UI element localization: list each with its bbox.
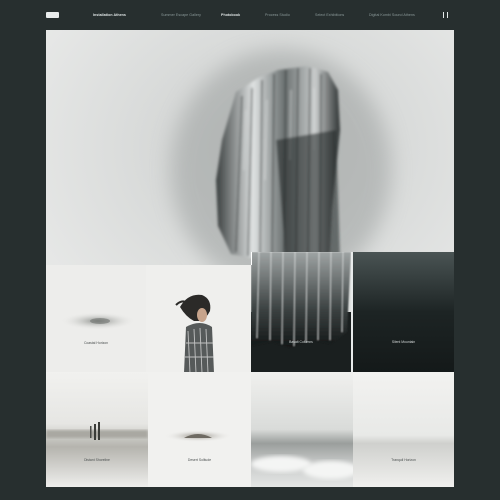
divider xyxy=(251,252,252,265)
nav-item-process-studio[interactable]: Process Studio xyxy=(265,12,290,18)
nav-item-installation-athens[interactable]: Installation Athens xyxy=(93,12,126,18)
gallery: Coastal Horizon Basalt Columns Silent Mo… xyxy=(46,30,454,487)
tile-silent-mountain[interactable]: Silent Mountain xyxy=(353,252,454,372)
tile-misty-sea[interactable] xyxy=(251,372,353,487)
nav-item-summer-escape-gallery[interactable]: Summer Escape Gallery xyxy=(161,12,201,18)
caption-distant-shoreline: Distant Shoreline xyxy=(84,458,110,462)
caption-silent-mountain: Silent Mountain xyxy=(391,340,416,344)
nav-item-select-exhibitions[interactable]: Select Exhibitions xyxy=(315,12,344,18)
tile-desert-solitude[interactable]: Desert Solitude xyxy=(148,372,251,487)
tile-basalt-columns[interactable]: Basalt Columns xyxy=(251,252,351,372)
nav-item-digital-kombi-sound-athens[interactable]: Digital Kombi Sound Athens xyxy=(369,12,415,18)
tile-tranquil-horizon[interactable]: Tranquil Horizon xyxy=(353,372,454,487)
nav-item-photobook[interactable]: Photobook xyxy=(221,12,240,18)
caption-coastal-horizon: Coastal Horizon xyxy=(83,341,109,345)
divider xyxy=(351,252,353,372)
tile-distant-shoreline[interactable]: Distant Shoreline xyxy=(46,372,148,487)
logo[interactable] xyxy=(46,12,59,18)
tile-coastal-horizon[interactable]: Coastal Horizon xyxy=(46,265,251,372)
top-nav: Installation Athens Summer Escape Galler… xyxy=(0,0,500,30)
caption-desert-solitude: Desert Solitude xyxy=(187,458,212,462)
caption-basalt-columns: Basalt Columns xyxy=(289,340,313,344)
menu-icon[interactable] xyxy=(442,12,450,18)
caption-tranquil-horizon: Tranquil Horizon xyxy=(391,458,416,462)
